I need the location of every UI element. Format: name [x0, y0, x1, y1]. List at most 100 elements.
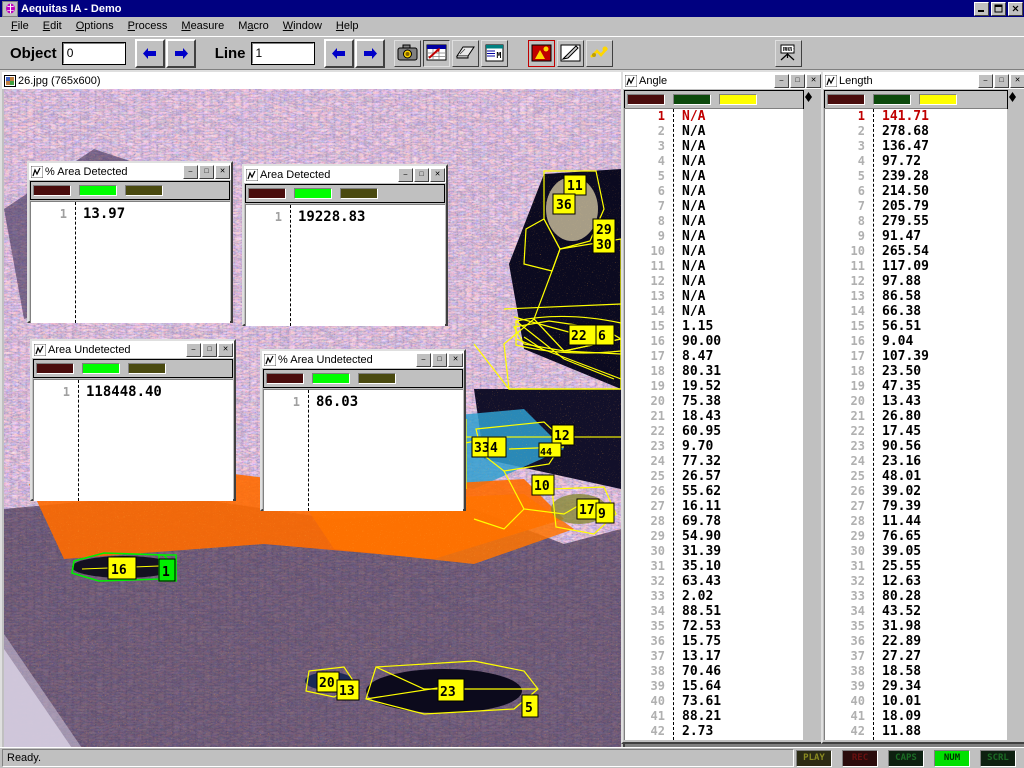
list-item[interactable]: 24 77.32: [625, 454, 803, 469]
list-item[interactable]: 42 2.73: [625, 724, 803, 739]
list-item[interactable]: 14 66.38: [825, 304, 1007, 319]
list-item[interactable]: 29 54.90: [625, 529, 803, 544]
list-item[interactable]: 6 214.50: [825, 184, 1007, 199]
list-item[interactable]: 34 43.52: [825, 604, 1007, 619]
list-item[interactable]: 8 279.55: [825, 214, 1007, 229]
swatch-olive[interactable]: [340, 188, 378, 199]
menu-window[interactable]: Window: [276, 18, 329, 34]
list-item[interactable]: 4 N/A: [625, 154, 803, 169]
list-item[interactable]: 20 75.38: [625, 394, 803, 409]
list-item[interactable]: 33 80.28: [825, 589, 1007, 604]
list-item[interactable]: 5 239.28: [825, 169, 1007, 184]
swatch-olive[interactable]: [128, 363, 166, 374]
list-item[interactable]: 15 56.51: [825, 319, 1007, 334]
list-item[interactable]: 32 63.43: [625, 574, 803, 589]
close-button[interactable]: ✕: [806, 73, 821, 88]
list-item[interactable]: 17 107.39: [825, 349, 1007, 364]
swatch-dark-green[interactable]: [873, 94, 911, 105]
list-item[interactable]: 4 97.72: [825, 154, 1007, 169]
menu-edit[interactable]: Edit: [36, 18, 69, 34]
menu-macro[interactable]: Macro: [231, 18, 276, 34]
maximize-button[interactable]: □: [790, 73, 805, 88]
close-button[interactable]: ✕: [1010, 73, 1024, 88]
object-prev-button[interactable]: [134, 38, 165, 68]
swatch-dark-red[interactable]: [36, 363, 74, 374]
list-item[interactable]: 17 8.47: [625, 349, 803, 364]
menu-process[interactable]: Process: [121, 18, 175, 34]
list-item[interactable]: 26 39.02: [825, 484, 1007, 499]
list-item[interactable]: 30 39.05: [825, 544, 1007, 559]
stat-window-pct-area-undetected[interactable]: % Area Undetected – □ ✕ 1 86.03: [260, 349, 466, 511]
swatch-green[interactable]: [82, 363, 120, 374]
stat-titlebar[interactable]: % Area Undetected – □ ✕: [262, 351, 464, 368]
list-item[interactable]: 37 13.17: [625, 649, 803, 664]
swatch-dark-red[interactable]: [33, 185, 71, 196]
maximize-button[interactable]: □: [199, 164, 214, 179]
swatch-green[interactable]: [312, 373, 350, 384]
list-item[interactable]: 7 205.79: [825, 199, 1007, 214]
swatch-yellow[interactable]: [919, 94, 957, 105]
list-item[interactable]: 27 79.39: [825, 499, 1007, 514]
list-item[interactable]: 38 70.46: [625, 664, 803, 679]
list-item[interactable]: 30 31.39: [625, 544, 803, 559]
app-icon[interactable]: [2, 0, 18, 17]
close-button[interactable]: [1008, 1, 1023, 16]
list-item[interactable]: 20 13.43: [825, 394, 1007, 409]
list-item[interactable]: 34 88.51: [625, 604, 803, 619]
swatch-yellow[interactable]: [719, 94, 757, 105]
list-item[interactable]: 19 47.35: [825, 379, 1007, 394]
list-item[interactable]: 42 11.88: [825, 724, 1007, 739]
list-item[interactable]: 21 18.43: [625, 409, 803, 424]
list-item[interactable]: 36 15.75: [625, 634, 803, 649]
angle-scrollbar[interactable]: [805, 92, 821, 741]
list-item[interactable]: 2 278.68: [825, 124, 1007, 139]
list-item[interactable]: 23 9.70: [625, 439, 803, 454]
menu-file[interactable]: FFileile: [4, 18, 36, 34]
list-item[interactable]: 40 10.01: [825, 694, 1007, 709]
list-item[interactable]: 25 26.57: [625, 469, 803, 484]
scroll-down-button[interactable]: [805, 97, 821, 102]
list-item[interactable]: 14 N/A: [625, 304, 803, 319]
length-scrollbar[interactable]: [1009, 92, 1024, 741]
list-item[interactable]: 7 N/A: [625, 199, 803, 214]
maximize-button[interactable]: [991, 1, 1006, 16]
menu-measure[interactable]: Measure: [174, 18, 231, 34]
swatch-dark-red[interactable]: [248, 188, 286, 199]
list-item[interactable]: 10 265.54: [825, 244, 1007, 259]
data-window-angle[interactable]: Angle – □ ✕ 1 N/A 2 N/A 3 N/A 4 N/A 5 N/…: [621, 70, 824, 744]
list-item[interactable]: 6 N/A: [625, 184, 803, 199]
list-item[interactable]: 27 16.11: [625, 499, 803, 514]
list-item[interactable]: 12 97.88: [825, 274, 1007, 289]
list-item[interactable]: 26 55.62: [625, 484, 803, 499]
image-window-titlebar[interactable]: 26.jpg (765x600): [2, 72, 623, 89]
list-item[interactable]: 23 90.56: [825, 439, 1007, 454]
line-next-button[interactable]: [354, 38, 385, 68]
list-item[interactable]: 29 76.65: [825, 529, 1007, 544]
list-item[interactable]: 3 N/A: [625, 139, 803, 154]
stat-window-pct-area-detected[interactable]: % Area Detected – □ ✕ 1 13.97: [27, 161, 233, 323]
maximize-button[interactable]: □: [994, 73, 1009, 88]
grid-export-icon[interactable]: [422, 39, 450, 67]
list-item[interactable]: 40 73.61: [625, 694, 803, 709]
swatch-olive[interactable]: [358, 373, 396, 384]
swatch-olive[interactable]: [125, 185, 163, 196]
menu-help[interactable]: Help: [329, 18, 366, 34]
list-item[interactable]: 36 22.89: [825, 634, 1007, 649]
live-video-icon[interactable]: LIVE: [774, 39, 802, 67]
minimize-button[interactable]: [974, 1, 989, 16]
stat-titlebar[interactable]: Area Undetected – □ ✕: [32, 341, 234, 358]
list-item[interactable]: 11 117.09: [825, 259, 1007, 274]
list-item[interactable]: 19 19.52: [625, 379, 803, 394]
list-item[interactable]: 33 2.02: [625, 589, 803, 604]
measure-macro-icon[interactable]: M: [480, 39, 508, 67]
list-item[interactable]: 18 80.31: [625, 364, 803, 379]
list-item[interactable]: 3 136.47: [825, 139, 1007, 154]
stat-titlebar[interactable]: % Area Detected – □ ✕: [29, 163, 231, 180]
list-item[interactable]: 31 35.10: [625, 559, 803, 574]
close-button[interactable]: ✕: [448, 352, 463, 367]
list-item[interactable]: 5 N/A: [625, 169, 803, 184]
object-next-button[interactable]: [165, 38, 196, 68]
close-button[interactable]: ✕: [430, 167, 445, 182]
list-item[interactable]: 39 15.64: [625, 679, 803, 694]
line-input[interactable]: 1: [250, 41, 315, 65]
